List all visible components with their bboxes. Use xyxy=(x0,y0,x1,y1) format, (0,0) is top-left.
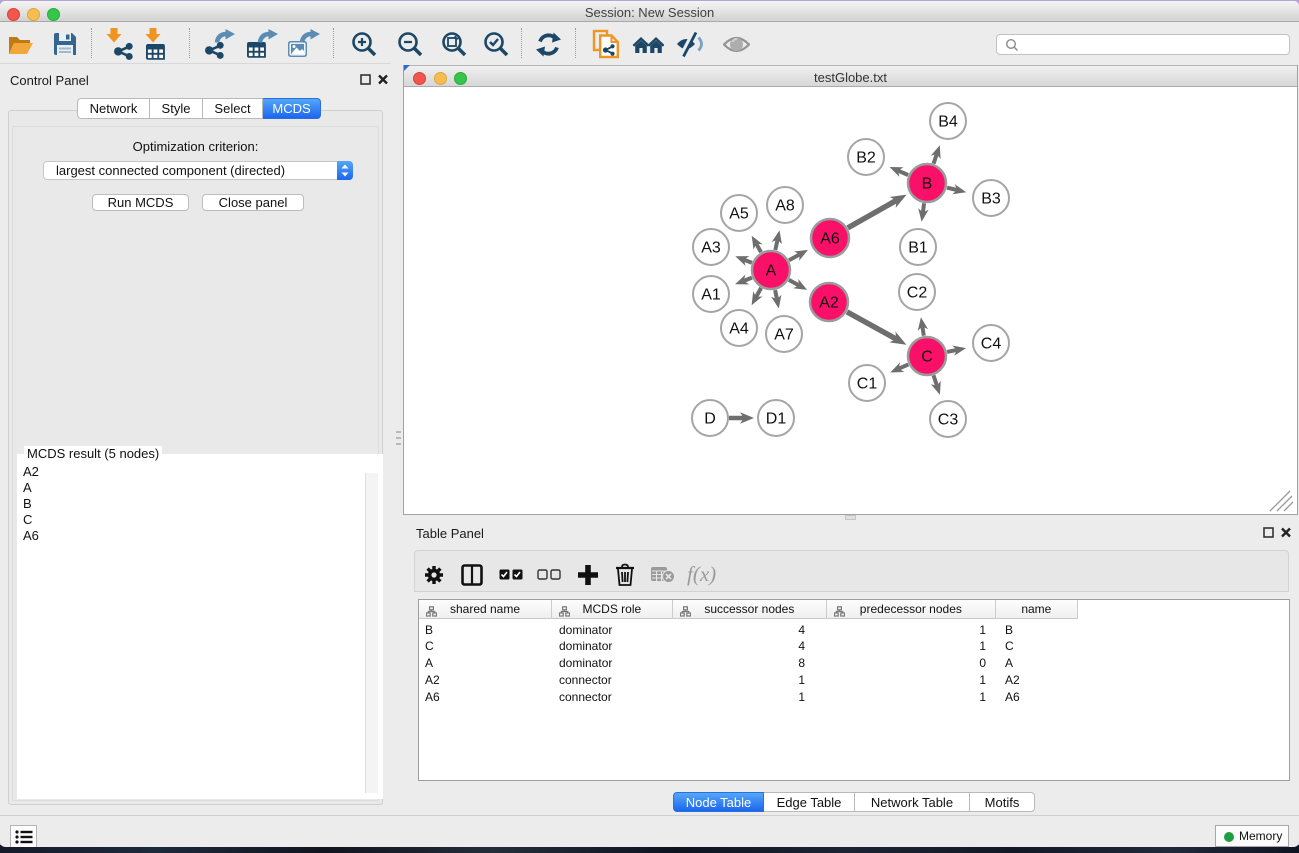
svg-text:C2: C2 xyxy=(907,285,928,302)
svg-text:A6: A6 xyxy=(820,231,840,248)
svg-text:B3: B3 xyxy=(981,191,1001,208)
svg-text:C4: C4 xyxy=(981,336,1002,353)
svg-text:A5: A5 xyxy=(729,206,749,223)
svg-text:A8: A8 xyxy=(775,198,795,215)
svg-text:D1: D1 xyxy=(766,411,787,428)
svg-text:A3: A3 xyxy=(701,240,721,257)
svg-text:B: B xyxy=(922,176,933,193)
svg-text:A2: A2 xyxy=(819,295,839,312)
svg-text:A1: A1 xyxy=(701,287,721,304)
svg-text:C: C xyxy=(921,349,933,366)
svg-text:D: D xyxy=(704,411,716,428)
svg-text:B4: B4 xyxy=(938,114,958,131)
svg-text:C1: C1 xyxy=(857,376,878,393)
svg-text:B1: B1 xyxy=(908,240,928,257)
svg-text:B2: B2 xyxy=(856,150,876,167)
svg-text:A4: A4 xyxy=(729,321,749,338)
svg-text:A7: A7 xyxy=(774,327,794,344)
svg-text:C3: C3 xyxy=(938,412,959,429)
svg-text:A: A xyxy=(766,263,777,280)
